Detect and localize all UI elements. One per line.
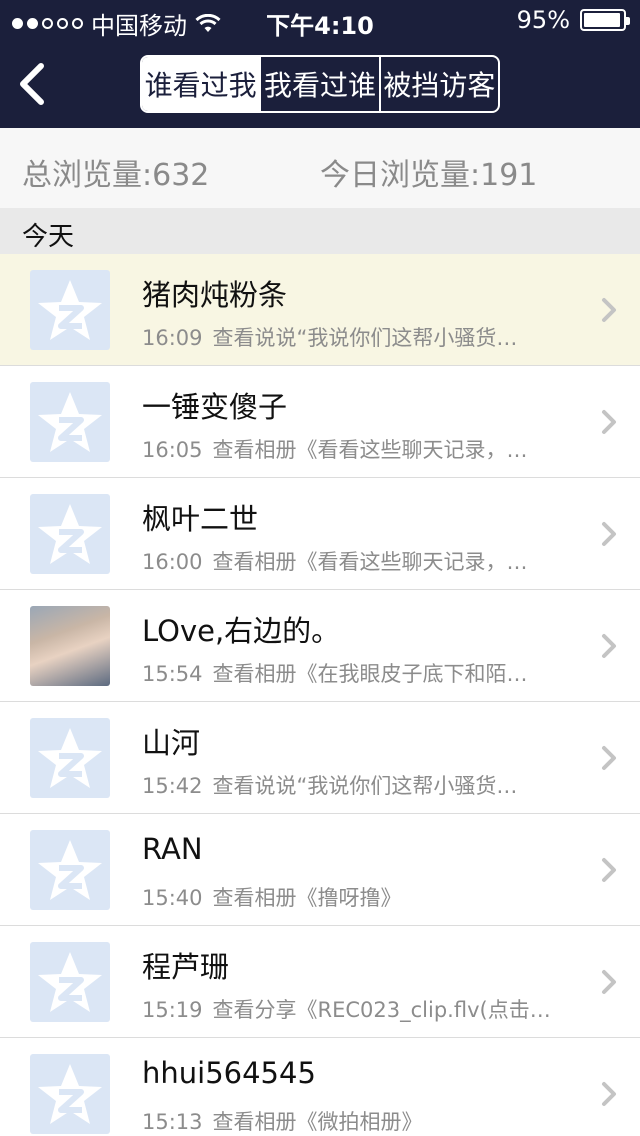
visit-action: 查看分享《REC023_clip.flv(点击…	[212, 998, 551, 1022]
visit-detail: 16:00 查看相册《看看这些聊天记录，…	[142, 546, 552, 576]
avatar[interactable]	[30, 942, 110, 1022]
qzone-star-icon	[38, 840, 102, 900]
visitor-name: 枫叶二世	[142, 502, 259, 536]
visit-time: 15:19	[142, 998, 203, 1022]
visit-detail: 15:42 查看说说“我说你们这帮小骚货…	[142, 770, 552, 800]
avatar[interactable]	[30, 494, 110, 574]
top-bar: 中国移动 下午4:10 95% 谁看过我 我看过谁 被挡访客	[0, 0, 640, 128]
avatar[interactable]	[30, 718, 110, 798]
visit-detail: 15:13 查看相册《微拍相册》	[142, 1106, 552, 1136]
chevron-right-icon	[602, 410, 616, 434]
qzone-star-icon	[38, 728, 102, 788]
visit-time: 15:42	[142, 774, 203, 798]
visitor-name: 程芦珊	[142, 950, 230, 984]
back-button[interactable]	[10, 58, 54, 110]
status-bar: 中国移动 下午4:10 95%	[0, 0, 640, 40]
total-views: 总浏览量:632	[22, 158, 210, 193]
qzone-star-icon	[38, 504, 102, 564]
visitor-list: 猪肉炖粉条 16:09 查看说说“我说你们这帮小骚货… 一锤变傻子 16:05 查看…	[0, 254, 640, 1136]
chevron-right-icon	[602, 298, 616, 322]
avatar[interactable]	[30, 830, 110, 910]
chevron-right-icon	[602, 858, 616, 882]
section-header-today: 今天	[0, 208, 640, 254]
visitor-name: 猪肉炖粉条	[142, 278, 288, 312]
visitor-name: LOve,右边的。	[142, 614, 341, 648]
visitor-name: 山河	[142, 726, 201, 760]
chevron-right-icon	[602, 634, 616, 658]
visitor-row[interactable]: 枫叶二世 16:00 查看相册《看看这些聊天记录，…	[0, 478, 640, 590]
visitor-name: hhui564545	[142, 1056, 316, 1090]
battery-icon	[580, 9, 630, 31]
visitor-row[interactable]: 山河 15:42 查看说说“我说你们这帮小骚货…	[0, 702, 640, 814]
visit-action: 查看相册《看看这些聊天记录，…	[212, 438, 528, 462]
visit-detail: 15:19 查看分享《REC023_clip.flv(点击…	[142, 994, 552, 1024]
visit-time: 15:13	[142, 1110, 203, 1134]
visit-action: 查看说说“我说你们这帮小骚货…	[212, 774, 518, 798]
avatar[interactable]	[30, 270, 110, 350]
qzone-star-icon	[38, 392, 102, 452]
avatar-photo[interactable]	[30, 606, 110, 686]
visit-time: 16:09	[142, 326, 203, 350]
status-right: 95%	[516, 6, 630, 34]
visitor-row[interactable]: RAN 15:40 查看相册《撸呀撸》	[0, 814, 640, 926]
nav-bar: 谁看过我 我看过谁 被挡访客	[0, 40, 640, 128]
battery-percent: 95%	[516, 6, 570, 34]
tab-blocked-visitors[interactable]: 被挡访客	[378, 57, 498, 111]
visitor-row[interactable]: hhui564545 15:13 查看相册《微拍相册》	[0, 1038, 640, 1136]
visit-time: 16:00	[142, 550, 203, 574]
visit-action: 查看相册《撸呀撸》	[212, 886, 402, 910]
avatar[interactable]	[30, 1054, 110, 1134]
chevron-right-icon	[602, 970, 616, 994]
segmented-control: 谁看过我 我看过谁 被挡访客	[140, 55, 500, 113]
view-stats: 总浏览量:632 今日浏览量:191	[0, 128, 640, 208]
visit-detail: 16:09 查看说说“我说你们这帮小骚货…	[142, 322, 552, 352]
visitor-row[interactable]: 猪肉炖粉条 16:09 查看说说“我说你们这帮小骚货…	[0, 254, 640, 366]
visitor-row[interactable]: 一锤变傻子 16:05 查看相册《看看这些聊天记录，…	[0, 366, 640, 478]
visit-time: 15:40	[142, 886, 203, 910]
visit-detail: 16:05 查看相册《看看这些聊天记录，…	[142, 434, 552, 464]
chevron-right-icon	[602, 746, 616, 770]
tab-who-i-viewed[interactable]: 我看过谁	[259, 57, 378, 111]
visitor-row[interactable]: LOve,右边的。 15:54 查看相册《在我眼皮子底下和陌…	[0, 590, 640, 702]
visit-time: 15:54	[142, 662, 203, 686]
avatar[interactable]	[30, 382, 110, 462]
section-title: 今天	[22, 222, 75, 252]
qzone-star-icon	[38, 1064, 102, 1124]
qzone-star-icon	[38, 280, 102, 340]
qzone-star-icon	[38, 952, 102, 1012]
tab-who-viewed-me[interactable]: 谁看过我	[142, 57, 260, 111]
chevron-right-icon	[602, 1082, 616, 1106]
chevron-right-icon	[602, 522, 616, 546]
visitor-name: 一锤变傻子	[142, 390, 288, 424]
visit-action: 查看相册《在我眼皮子底下和陌…	[212, 662, 528, 686]
visit-detail: 15:40 查看相册《撸呀撸》	[142, 882, 552, 912]
visitor-row[interactable]: 程芦珊 15:19 查看分享《REC023_clip.flv(点击…	[0, 926, 640, 1038]
back-chevron-icon	[20, 63, 44, 105]
visit-time: 16:05	[142, 438, 203, 462]
visit-action: 查看相册《微拍相册》	[212, 1110, 423, 1134]
visit-detail: 15:54 查看相册《在我眼皮子底下和陌…	[142, 658, 552, 688]
visitor-name: RAN	[142, 832, 203, 866]
today-views: 今日浏览量:191	[320, 158, 538, 193]
visit-action: 查看相册《看看这些聊天记录，…	[212, 550, 528, 574]
visit-action: 查看说说“我说你们这帮小骚货…	[212, 326, 518, 350]
